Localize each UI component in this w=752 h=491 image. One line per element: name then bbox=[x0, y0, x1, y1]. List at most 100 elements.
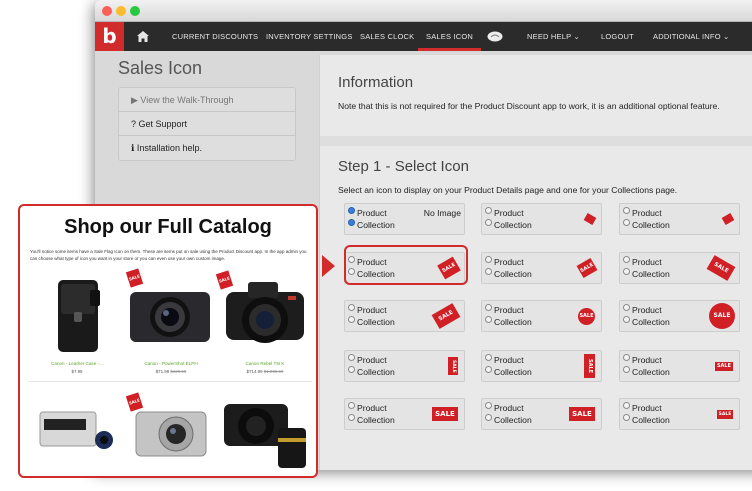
collection-radio[interactable] bbox=[348, 316, 355, 323]
sale-price: $71.99 bbox=[155, 369, 170, 374]
top-navigation: b CURRENT DISCOUNTS INVENTORY SETTINGS S… bbox=[95, 22, 752, 51]
product-radio[interactable] bbox=[623, 402, 630, 409]
collection-radio[interactable] bbox=[623, 316, 630, 323]
sale-tag-icon: SALE bbox=[432, 407, 458, 421]
icon-option[interactable]: Product Collection SALE bbox=[344, 350, 465, 382]
sale-tag-icon: SALE bbox=[576, 257, 598, 279]
support-link[interactable]: ? Get Support bbox=[119, 112, 295, 136]
product-label: Product bbox=[632, 208, 662, 218]
product-card[interactable]: SALE bbox=[124, 386, 218, 476]
product-radio[interactable] bbox=[348, 354, 355, 361]
sale-tag-icon: SALE bbox=[715, 361, 733, 371]
collection-radio[interactable] bbox=[485, 316, 492, 323]
nav-logout[interactable]: LOGOUT bbox=[601, 22, 634, 51]
home-icon[interactable] bbox=[137, 22, 149, 51]
installation-help-link[interactable]: ℹ Installation help. bbox=[119, 136, 295, 160]
product-card[interactable]: Canon - Leather Case -... $7.99 bbox=[30, 270, 124, 378]
collection-radio[interactable] bbox=[623, 219, 630, 226]
partner-badge-icon[interactable] bbox=[487, 22, 503, 51]
nav-current-discounts[interactable]: CURRENT DISCOUNTS bbox=[172, 22, 258, 51]
product-radio[interactable] bbox=[348, 207, 355, 214]
section-divider bbox=[320, 136, 752, 146]
battery-image bbox=[39, 411, 113, 449]
product-card[interactable]: SALE Canon - PowerShot ELPH $71.99 $129.… bbox=[124, 268, 218, 378]
icon-option[interactable]: Product Collection SALE bbox=[481, 398, 602, 430]
collection-radio[interactable] bbox=[485, 414, 492, 421]
product-price: $7.99 bbox=[71, 369, 83, 374]
product-name[interactable]: Canon - Leather Case -... bbox=[30, 361, 124, 366]
information-text: Note that this is not required for the P… bbox=[338, 101, 720, 111]
collection-label: Collection bbox=[632, 220, 670, 230]
dslr-lens-kit-image bbox=[224, 404, 306, 468]
walkthrough-link[interactable]: ▶ View the Walk-Through bbox=[119, 88, 295, 112]
nav-inventory-settings[interactable]: INVENTORY SETTINGS bbox=[266, 22, 353, 51]
row-divider bbox=[28, 381, 312, 382]
collection-radio[interactable] bbox=[485, 268, 492, 275]
pointer-arrow-icon bbox=[322, 255, 335, 277]
icon-option[interactable]: Product Collection No Image bbox=[344, 203, 465, 235]
icon-option[interactable]: Product Collection SALE bbox=[481, 300, 602, 332]
collection-label: Collection bbox=[494, 220, 532, 230]
product-card[interactable] bbox=[30, 386, 124, 476]
icon-option[interactable]: Product Collection SALE bbox=[619, 300, 740, 332]
nav-sales-icon[interactable]: SALES ICON bbox=[418, 22, 482, 51]
product-label: Product bbox=[494, 355, 524, 365]
collection-label: Collection bbox=[357, 415, 395, 425]
product-radio[interactable] bbox=[485, 354, 492, 361]
icon-option[interactable]: Product Collection SALE bbox=[619, 398, 740, 430]
product-radio[interactable] bbox=[485, 304, 492, 311]
nav-additional-info[interactable]: ADDITIONAL INFO ⌄ bbox=[653, 22, 730, 51]
chevron-down-icon: ⌄ bbox=[723, 32, 730, 41]
camera-case-image bbox=[58, 280, 100, 352]
app-logo[interactable]: b bbox=[95, 22, 124, 51]
product-radio[interactable] bbox=[348, 402, 355, 409]
zoom-window-button[interactable] bbox=[130, 6, 140, 16]
product-radio[interactable] bbox=[623, 256, 630, 263]
product-label: Product bbox=[494, 208, 524, 218]
original-price: $129.99 bbox=[170, 369, 187, 374]
product-radio[interactable] bbox=[485, 256, 492, 263]
product-radio[interactable] bbox=[485, 402, 492, 409]
icon-option[interactable]: Product Collection bbox=[481, 203, 602, 235]
product-name[interactable]: Canon - PowerShot ELPH bbox=[124, 361, 218, 366]
close-window-button[interactable] bbox=[102, 6, 112, 16]
product-label: Product bbox=[494, 305, 524, 315]
collection-radio[interactable] bbox=[348, 219, 355, 226]
icon-option[interactable]: Product Collection SALE bbox=[619, 252, 740, 284]
step-description: Select an icon to display on your Produc… bbox=[338, 185, 678, 195]
product-radio[interactable] bbox=[348, 304, 355, 311]
nav-need-help[interactable]: NEED HELP ⌄ bbox=[527, 22, 580, 51]
collection-radio[interactable] bbox=[623, 366, 630, 373]
collection-radio[interactable] bbox=[348, 366, 355, 373]
sale-tag-icon bbox=[583, 213, 597, 225]
product-radio[interactable] bbox=[623, 304, 630, 311]
collection-radio[interactable] bbox=[485, 219, 492, 226]
information-heading: Information bbox=[338, 74, 414, 91]
sale-tag-icon: SALE bbox=[578, 307, 595, 325]
product-label: Product bbox=[357, 403, 387, 413]
nav-sales-clock[interactable]: SALES CLOCK bbox=[360, 22, 414, 51]
collection-label: Collection bbox=[632, 415, 670, 425]
minimize-window-button[interactable] bbox=[116, 6, 126, 16]
icon-option[interactable]: Product Collection SALE bbox=[481, 252, 602, 284]
page-title: Sales Icon bbox=[118, 58, 203, 78]
no-image-label: No Image bbox=[423, 208, 461, 218]
icon-option[interactable]: Product Collection SALE bbox=[481, 350, 602, 382]
collection-radio[interactable] bbox=[623, 268, 630, 275]
collection-radio[interactable] bbox=[623, 414, 630, 421]
sale-tag-icon: SALE bbox=[717, 409, 733, 419]
product-radio[interactable] bbox=[623, 354, 630, 361]
product-card[interactable] bbox=[218, 386, 312, 476]
collection-radio[interactable] bbox=[485, 366, 492, 373]
icon-option[interactable]: Product Collection SALE bbox=[344, 300, 465, 332]
product-label: Product bbox=[494, 257, 524, 267]
icon-option[interactable]: Product Collection bbox=[619, 203, 740, 235]
product-name[interactable]: Canon Rebel T5I K bbox=[218, 361, 312, 366]
collection-label: Collection bbox=[632, 367, 670, 377]
product-radio[interactable] bbox=[485, 207, 492, 214]
icon-option[interactable]: Product Collection SALE bbox=[619, 350, 740, 382]
product-card[interactable]: SALE Canon Rebel T5I K $714.99 $1,099.99 bbox=[215, 270, 312, 378]
collection-radio[interactable] bbox=[348, 414, 355, 421]
icon-option[interactable]: Product Collection SALE bbox=[344, 398, 465, 430]
product-radio[interactable] bbox=[623, 207, 630, 214]
